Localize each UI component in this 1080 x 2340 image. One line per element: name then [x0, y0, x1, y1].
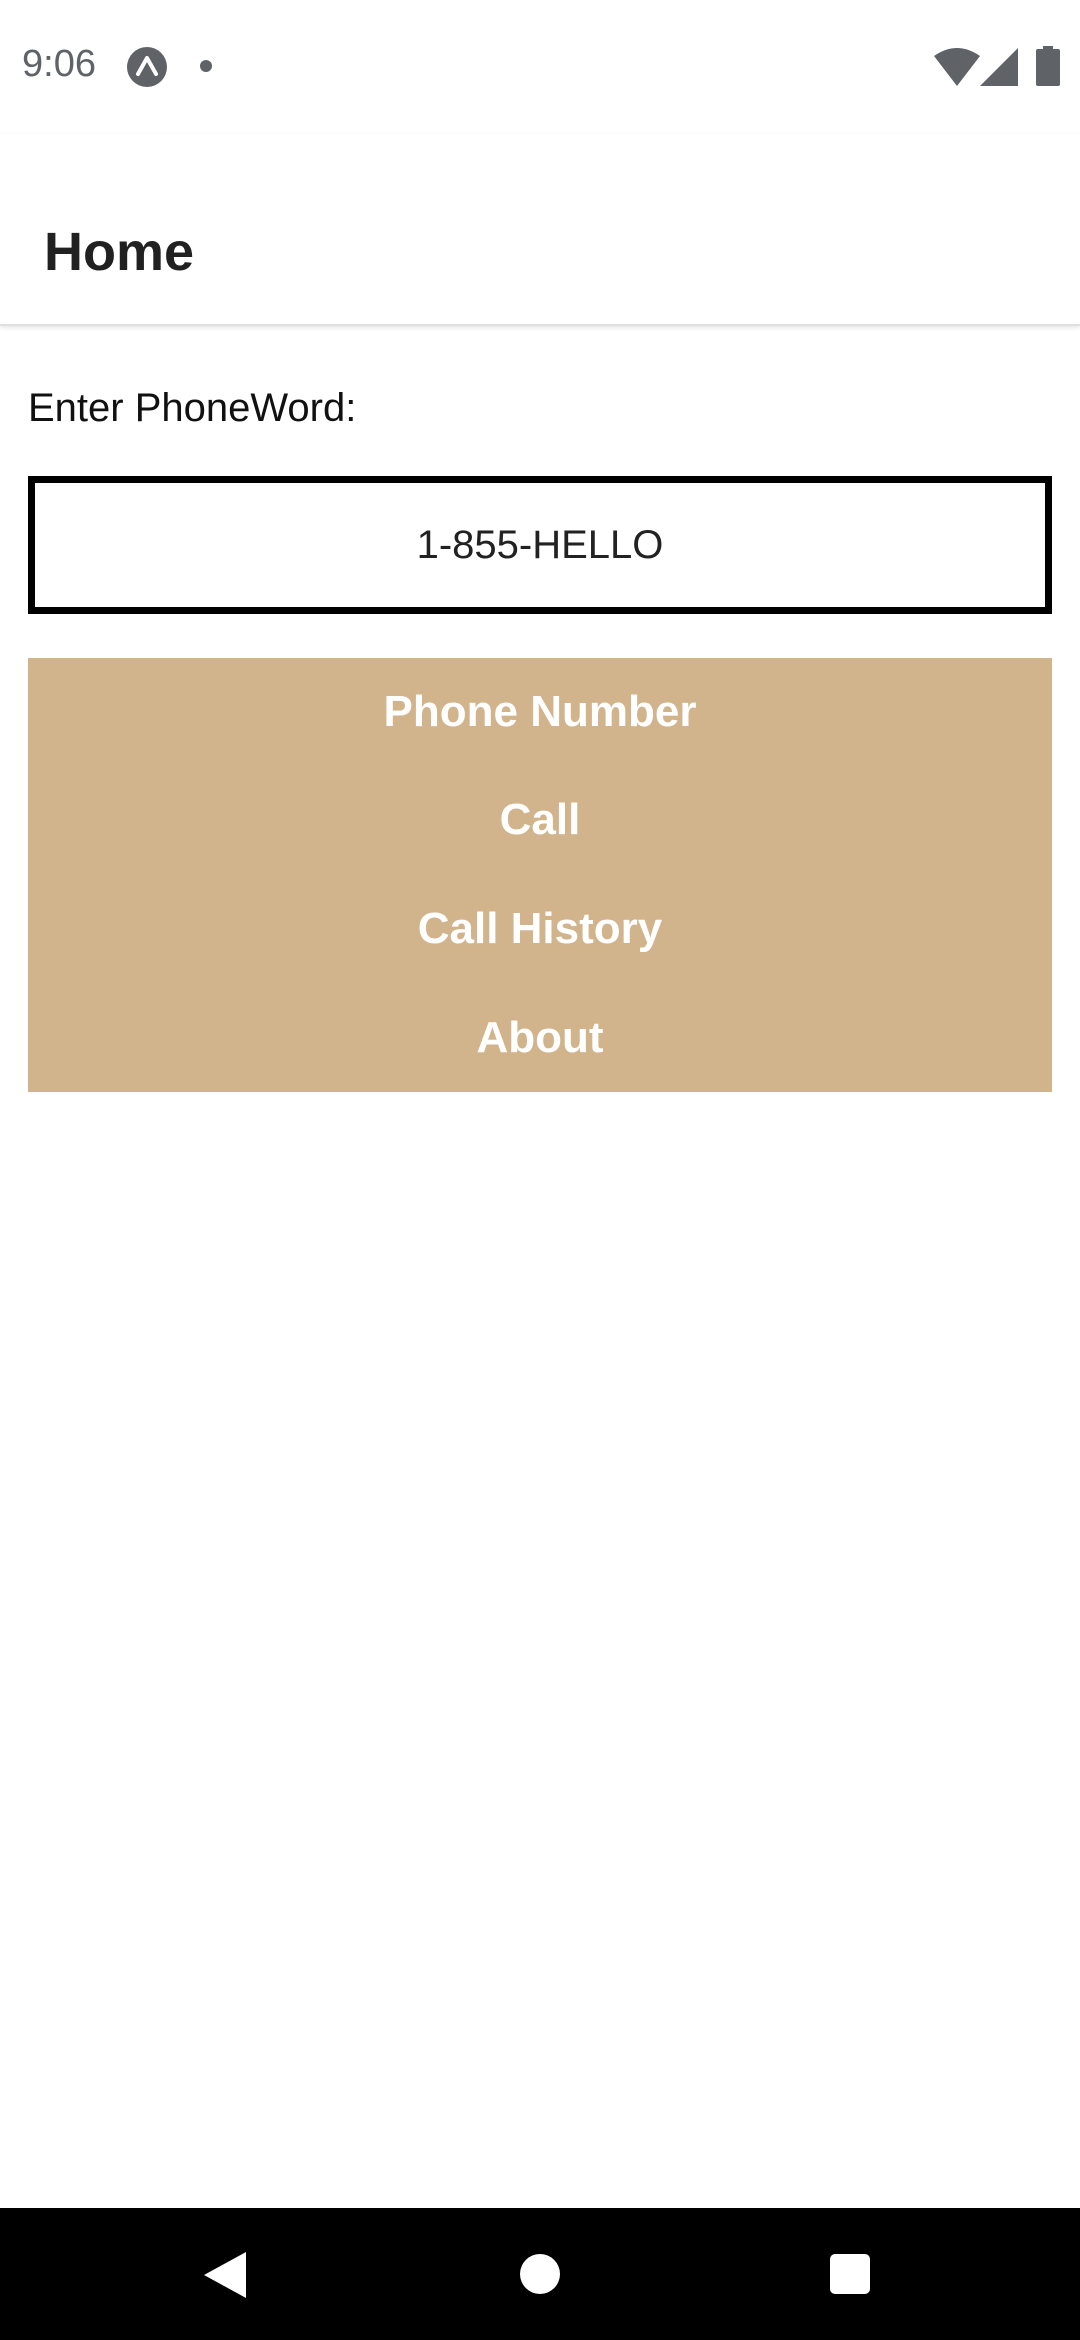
about-button[interactable]: About: [28, 984, 1052, 1092]
recents-icon[interactable]: [830, 2254, 870, 2294]
page-title: Home: [44, 222, 195, 282]
phone-number-button[interactable]: Phone Number: [28, 658, 1052, 766]
notification-dot-icon: [200, 60, 212, 72]
phoneword-input[interactable]: [28, 476, 1052, 614]
status-time: 9:06: [22, 43, 96, 85]
cell-signal-icon: [980, 48, 1018, 86]
phoneword-label: Enter PhoneWord:: [28, 386, 357, 430]
button-panel: Phone Number Call Call History About: [28, 658, 1052, 1092]
call-button[interactable]: Call: [28, 766, 1052, 874]
screen: 9:06 Home Enter PhoneWord: Phone Number …: [0, 0, 1080, 2340]
expo-app-icon: [127, 47, 167, 87]
wifi-icon: [934, 48, 980, 86]
navigation-bar: [0, 2208, 1080, 2340]
home-icon[interactable]: [520, 2254, 560, 2294]
app-bar: Home: [0, 134, 1080, 326]
status-bar: 9:06: [0, 0, 1080, 134]
battery-icon: [1036, 46, 1060, 86]
back-icon[interactable]: [204, 2252, 246, 2298]
call-history-button[interactable]: Call History: [28, 875, 1052, 983]
